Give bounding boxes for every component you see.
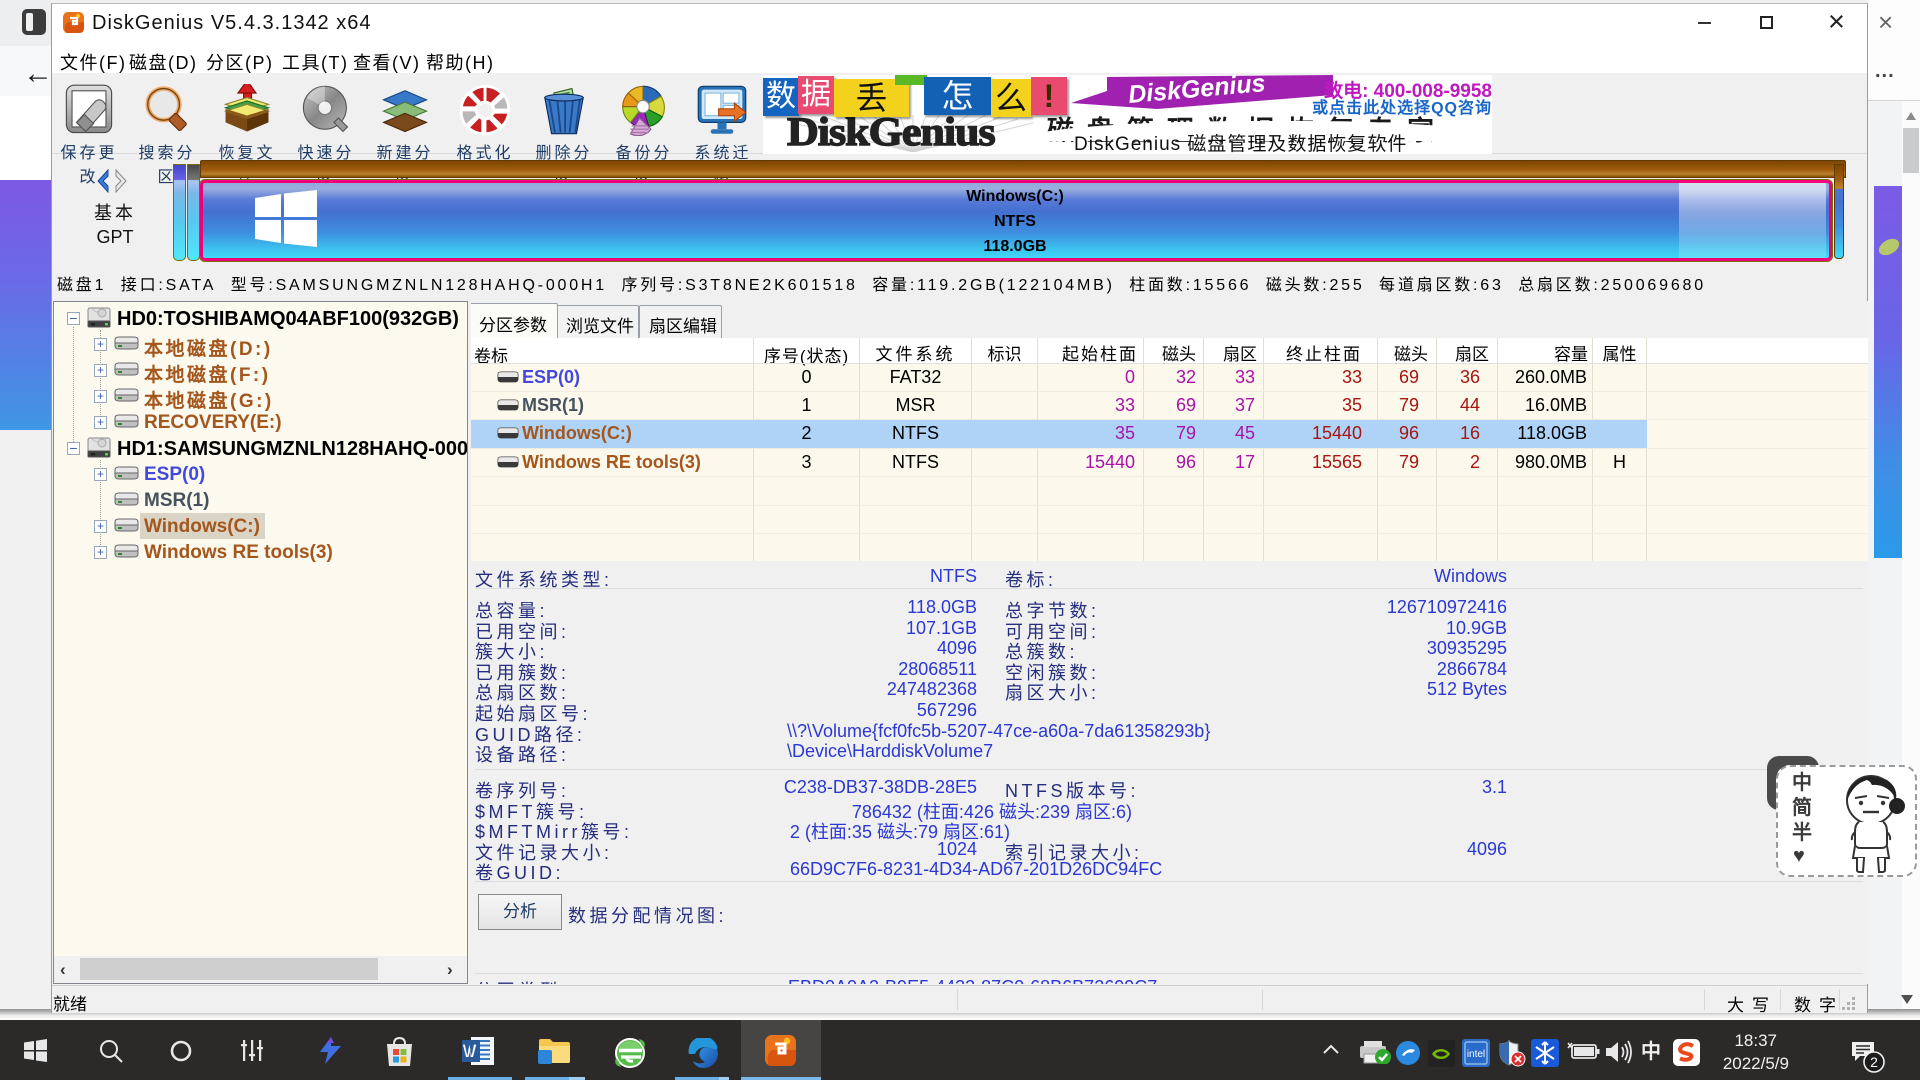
svg-text:intel: intel xyxy=(1467,1049,1485,1060)
svg-text:2: 2 xyxy=(1870,1054,1878,1070)
